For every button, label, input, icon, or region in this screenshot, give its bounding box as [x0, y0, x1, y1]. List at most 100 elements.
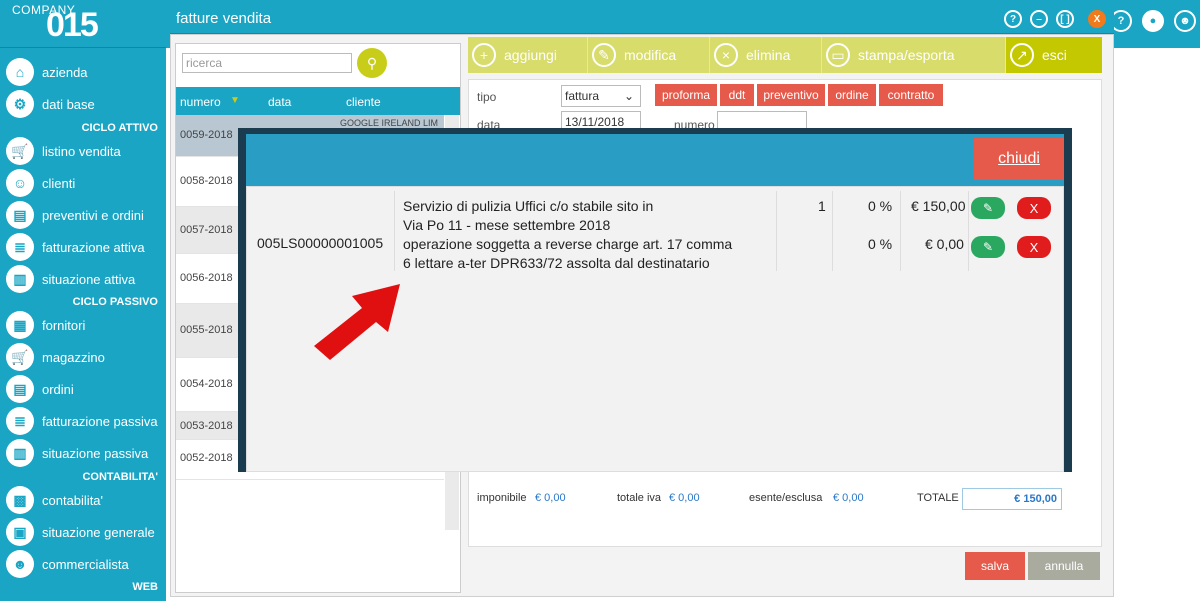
help-icon[interactable]: ?	[1004, 10, 1022, 28]
search-input[interactable]: ricerca	[182, 53, 352, 73]
add-button[interactable]: + aggiungi	[468, 37, 588, 73]
totale-label: TOTALE	[917, 492, 959, 504]
sidebar-item-situazione-passiva[interactable]: ▥ situazione passiva	[6, 438, 166, 468]
sidebar-item-label: ordini	[42, 381, 74, 397]
maximize-icon[interactable]: [ ]	[1056, 10, 1074, 28]
sidebar-item-label: clienti	[42, 175, 76, 191]
row1-vat: 0 %	[868, 198, 893, 214]
exit-arrow-icon: ↗	[1010, 43, 1034, 67]
sidebar-item-commercialista[interactable]: ☻ commercialista	[6, 549, 166, 579]
minimize-icon[interactable]: –	[1030, 10, 1048, 28]
company-logo: COMPANY 015	[0, 0, 166, 48]
delete-row-button[interactable]: X	[1017, 197, 1051, 219]
sidebar-item-fatturazione-attiva[interactable]: ≣ fatturazione attiva	[6, 232, 166, 262]
sidebar-item-preventivi-ordini[interactable]: ▤ preventivi e ordini	[6, 200, 166, 230]
cancel-button[interactable]: annulla	[1028, 552, 1100, 580]
sidebar: COMPANY 015 ⌂ azienda ⚙ dati base CICLO AT…	[0, 0, 166, 601]
save-button[interactable]: salva	[965, 552, 1025, 580]
exit-button[interactable]: ↗ esci	[1006, 37, 1102, 73]
section-ciclo-attivo: CICLO ATTIVO	[81, 122, 158, 134]
tipo-label: tipo	[477, 90, 497, 104]
supplier-icon: ▦	[6, 311, 34, 339]
code-column	[247, 191, 395, 271]
chart-icon: ▥	[6, 439, 34, 467]
sidebar-item-azienda[interactable]: ⌂ azienda	[6, 57, 166, 87]
edit-row-button[interactable]: ✎	[971, 236, 1005, 258]
chart-icon: ▥	[6, 265, 34, 293]
esente-label: esente/esclusa	[749, 492, 823, 504]
sidebar-item-fatturazione-passiva[interactable]: ≣ fatturazione passiva	[6, 406, 166, 436]
pencil-icon: ✎	[982, 240, 994, 254]
row-number: 0055-2018	[180, 324, 233, 336]
sidebar-item-dati-base[interactable]: ⚙ dati base	[6, 89, 166, 119]
row-number: 0059-2018	[180, 129, 233, 141]
row-number: 0056-2018	[180, 272, 233, 284]
ordine-button[interactable]: ordine	[828, 84, 876, 106]
sidebar-item-label: preventivi e ordini	[42, 207, 144, 223]
row-number: 0053-2018	[180, 420, 233, 432]
iva-label: totale iva	[617, 492, 662, 504]
report-icon: ▣	[6, 518, 34, 546]
description-line-4: 6 lettare a-ter DPR633/72 assolta dal de…	[403, 255, 710, 271]
sidebar-item-situazione-generale[interactable]: ▣ situazione generale	[6, 517, 166, 547]
totals-bar: imponibile € 0,00 totale iva € 0,00 esen…	[469, 484, 1101, 512]
add-label: aggiungi	[504, 47, 557, 63]
row2-amount: € 0,00	[925, 236, 964, 252]
section-contabilita: CONTABILITA'	[82, 471, 158, 483]
sidebar-item-situazione-attiva[interactable]: ▥ situazione attiva	[6, 264, 166, 294]
home-icon: ⌂	[6, 58, 34, 86]
sidebar-item-contabilita[interactable]: ▩ contabilita'	[6, 485, 166, 515]
sidebar-item-clienti[interactable]: ☺ clienti	[6, 168, 166, 198]
edit-button[interactable]: ✎ modifica	[588, 37, 710, 73]
sidebar-item-magazzino[interactable]: 🛒 magazzino	[6, 342, 166, 372]
description-line-1: Servizio di pulizia Uffici c/o stabile s…	[403, 198, 654, 214]
sidebar-item-label: commercialista	[42, 556, 129, 572]
row-number: 0052-2018	[180, 452, 233, 464]
list-header: numero ▼ data cliente	[176, 87, 460, 115]
print-icon: ▭	[826, 43, 850, 67]
search-icon[interactable]: ⚲	[357, 48, 387, 78]
pencil-icon: ✎	[982, 201, 994, 215]
logo-number: 015	[46, 6, 99, 44]
row2-vat: 0 %	[868, 236, 893, 252]
invoice-icon: ≣	[6, 233, 34, 261]
row-number: 0058-2018	[180, 175, 233, 187]
close-modal-button[interactable]: chiudi	[974, 138, 1064, 180]
column-data[interactable]: data	[268, 95, 291, 109]
contratto-button[interactable]: contratto	[879, 84, 943, 106]
invoice-icon: ≣	[6, 407, 34, 435]
print-export-button[interactable]: ▭ stampa/esporta	[822, 37, 1006, 73]
gear-icon: ⚙	[6, 90, 34, 118]
edit-row-button[interactable]: ✎	[971, 197, 1005, 219]
description-line-3: operazione soggetta a reverse charge art…	[403, 236, 733, 252]
esente-value: € 0,00	[833, 492, 864, 504]
section-web: WEB	[132, 581, 158, 593]
column-cliente[interactable]: cliente	[346, 95, 381, 109]
line-code: 005LS00000001005	[257, 235, 384, 251]
sidebar-item-ordini[interactable]: ▤ ordini	[6, 374, 166, 404]
toolbar: + aggiungi ✎ modifica × elimina ▭ stampa/esp…	[468, 37, 1102, 73]
sidebar-item-fornitori[interactable]: ▦ fornitori	[6, 310, 166, 340]
print-label: stampa/esporta	[858, 47, 955, 63]
delete-button[interactable]: × elimina	[710, 37, 822, 73]
sidebar-item-label: situazione generale	[42, 524, 155, 540]
cart-icon: 🛒	[6, 137, 34, 165]
sidebar-item-label: fatturazione passiva	[42, 413, 158, 429]
delete-row-button[interactable]: X	[1017, 236, 1051, 258]
column-numero[interactable]: numero	[180, 95, 221, 109]
sidebar-item-label: contabilita'	[42, 492, 104, 508]
close-window-button[interactable]: X	[1088, 10, 1106, 28]
sidebar-item-label: situazione passiva	[42, 445, 149, 461]
document-icon: ▤	[6, 201, 34, 229]
edit-icon: ✎	[592, 43, 616, 67]
user-icon[interactable]: ☻	[1174, 10, 1196, 32]
ddt-button[interactable]: ddt	[720, 84, 754, 106]
preventivo-button[interactable]: preventivo	[757, 84, 825, 106]
tipo-select[interactable]: fattura ⌄	[561, 85, 641, 107]
sidebar-item-listino-vendita[interactable]: 🛒 listino vendita	[6, 136, 166, 166]
notifications-icon[interactable]: ●	[1142, 10, 1164, 32]
total-value: € 150,00	[962, 488, 1062, 510]
proforma-button[interactable]: proforma	[655, 84, 717, 106]
row-client: GOOGLE IRELAND LIM	[340, 118, 439, 128]
imponibile-value: € 0,00	[535, 492, 566, 504]
